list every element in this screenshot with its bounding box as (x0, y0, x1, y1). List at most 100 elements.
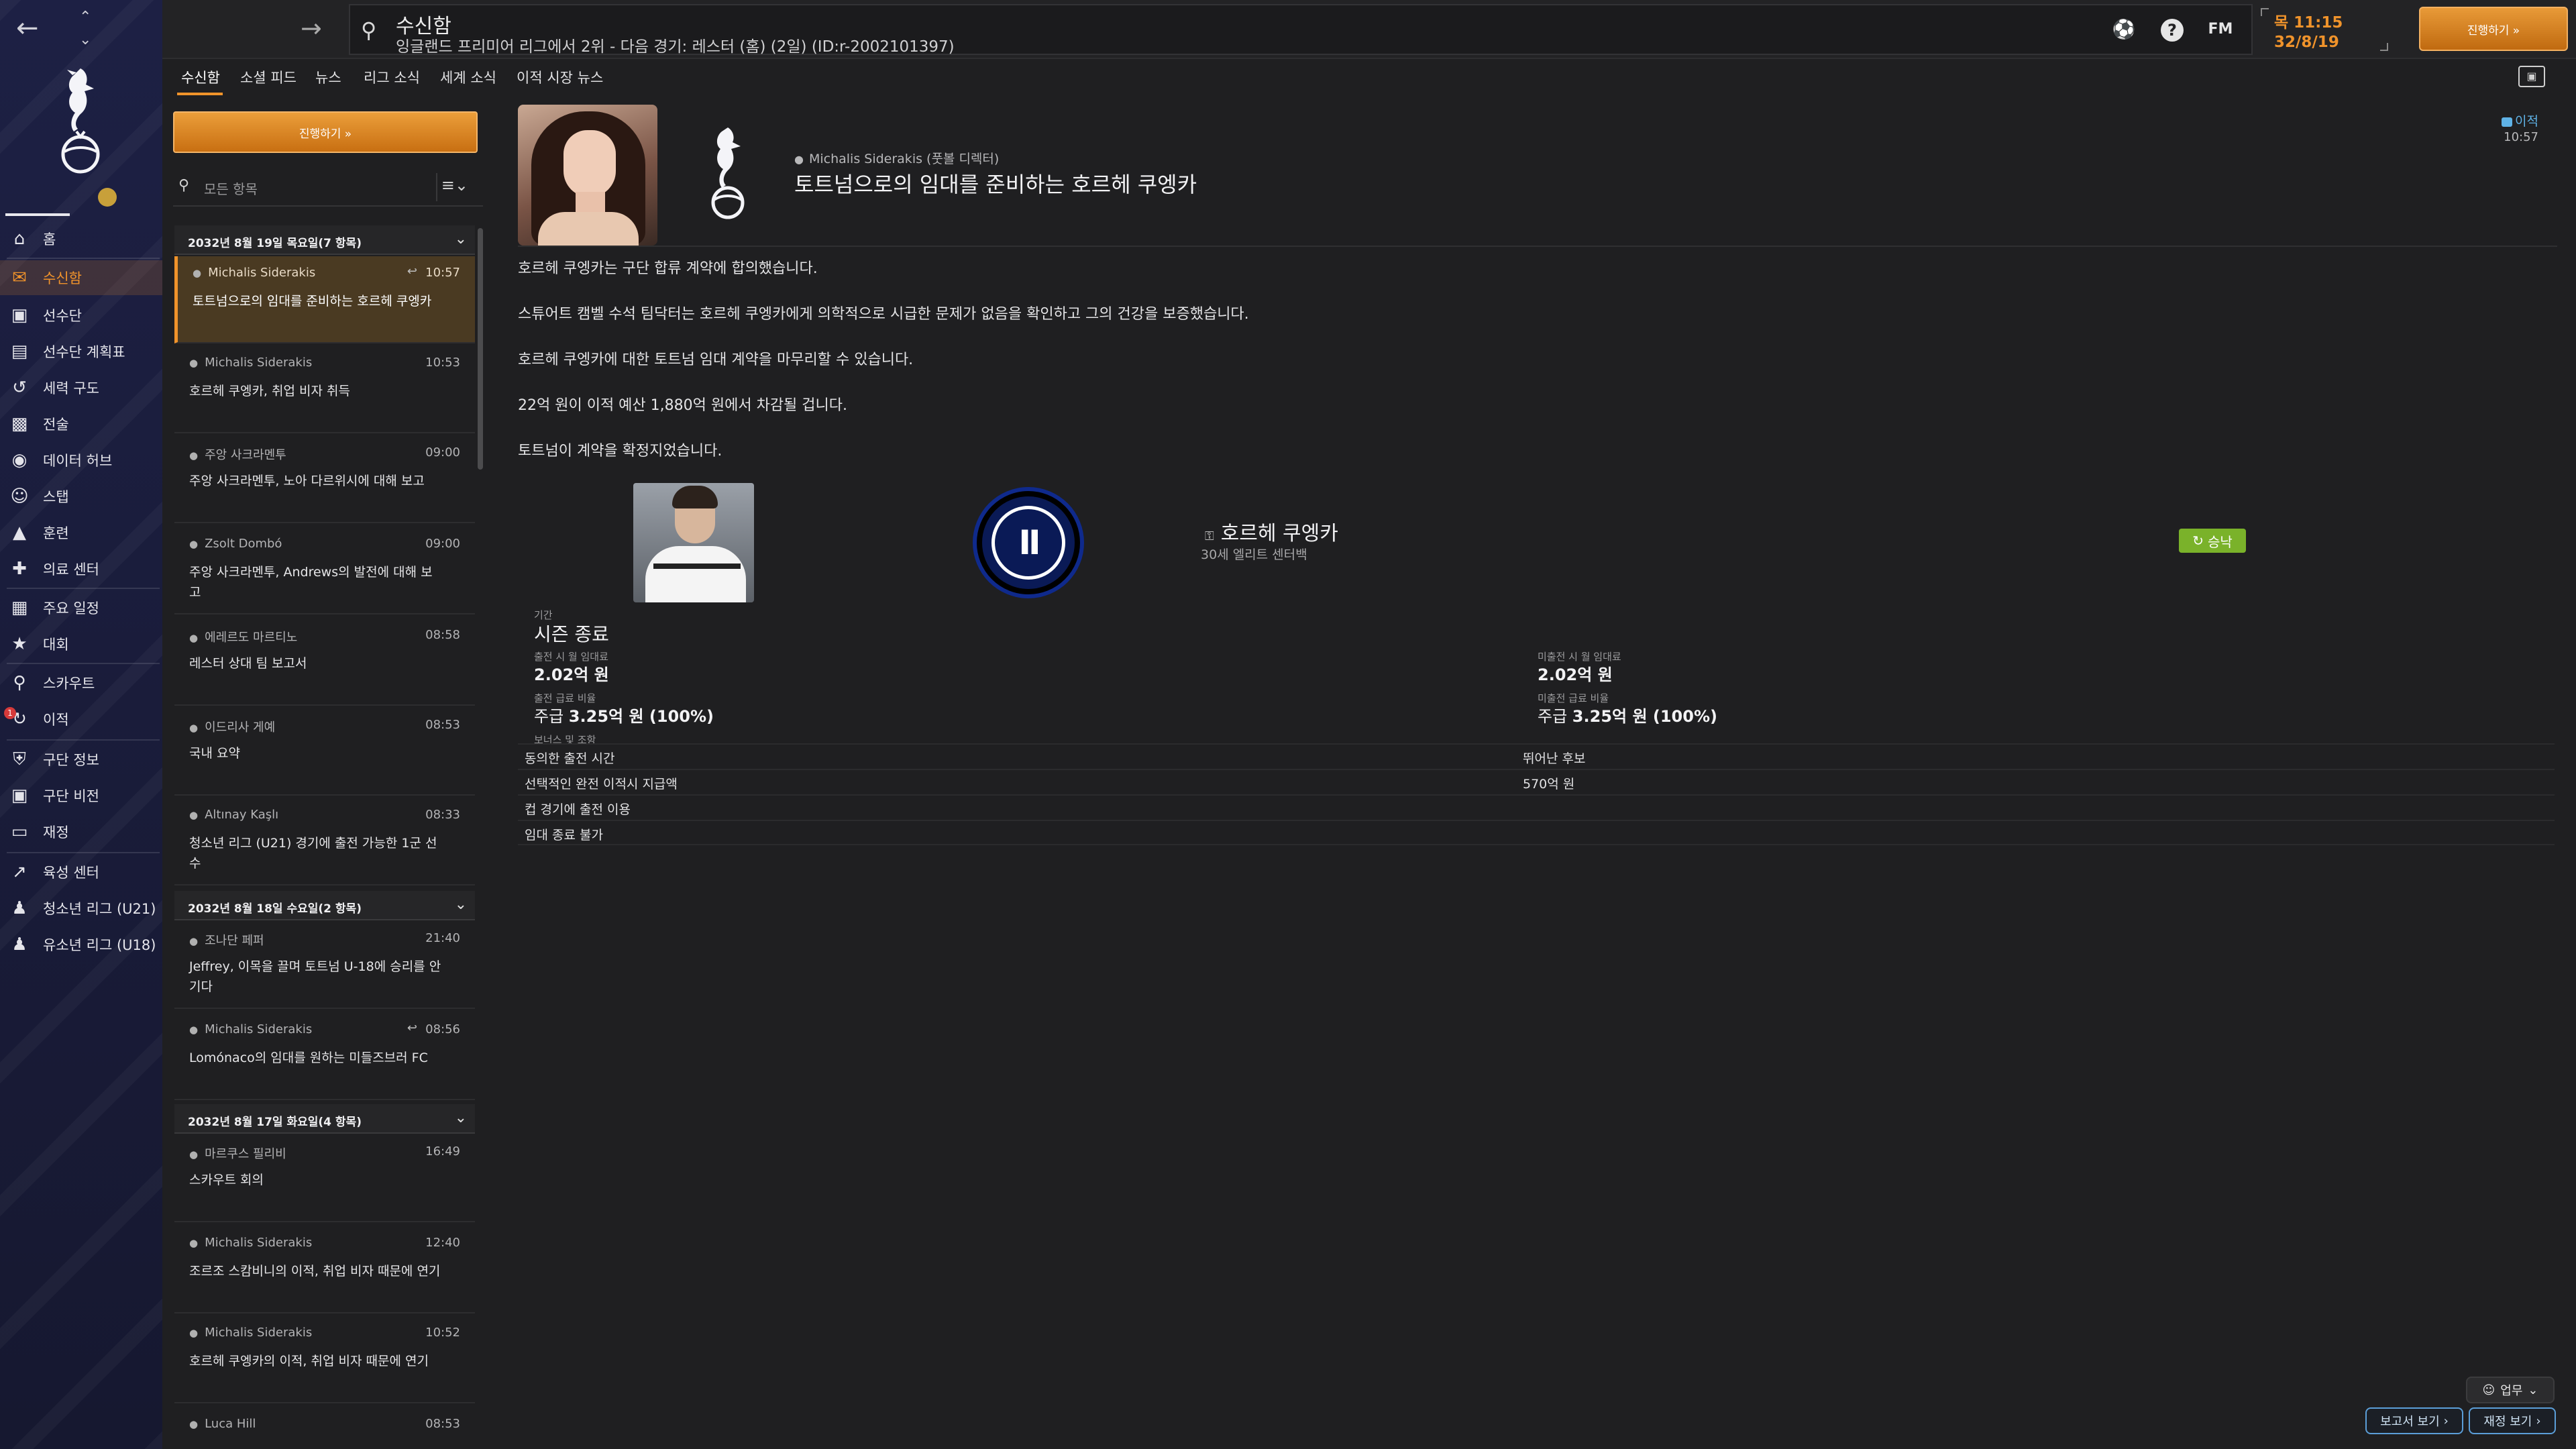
portrait-face (564, 130, 616, 197)
message-subject: Lomónaco의 임대를 원하는 미들즈브러 FC (189, 1051, 428, 1065)
list-item[interactable]: ● Michalis Siderakis 10:52 호르헤 쿠엥카의 이적, 취… (174, 1316, 475, 1403)
chevron-down-icon[interactable]: ⌄ (455, 896, 467, 913)
wage-prefix: 주급 (534, 707, 569, 726)
category-tag[interactable]: 이적 (2502, 111, 2538, 129)
sidebar-item-tactics[interactable]: ▩ 전술 (0, 407, 162, 441)
sidebar-item-label: 선수단 계획표 (43, 344, 125, 360)
sidebar-item-u18[interactable]: ♟ 유소년 리그 (U18) (0, 927, 162, 962)
list-item[interactable]: ● Zsolt Dombó 09:00 주앙 사크라멘투, Andrews의 발전… (174, 527, 475, 614)
sidebar-item-dynamics[interactable]: ↺ 세력 구도 (0, 370, 162, 405)
sidebar-item-training[interactable]: ▲ 훈련 (0, 515, 162, 550)
vision-icon: ▣ (11, 786, 28, 806)
day-group-header[interactable]: 2032년 8월 18일 수요일(2 항목) ⌄ (174, 891, 475, 920)
forward-arrow-icon[interactable]: → (301, 13, 322, 43)
sidebar-item-staff[interactable]: ☺ 스탭 (0, 479, 162, 514)
sidebar-item-home[interactable]: ⌂ 홈 (0, 221, 162, 256)
list-item[interactable]: ● 에레르도 마르티노 08:58 레스터 상대 팀 보고서 (174, 619, 475, 706)
list-item[interactable]: ● Michalis Siderakis ↩ 08:56 Lomónaco의 임대… (174, 1013, 475, 1100)
people-icon: ☺ (2482, 1383, 2496, 1397)
day-group-label: 2032년 8월 18일 수요일(2 항목) (188, 902, 362, 916)
message-sender-line[interactable]: ● Michalis Siderakis (풋볼 디렉터) (794, 149, 999, 167)
tab-news[interactable]: 뉴스 (315, 67, 341, 87)
inbox-filter[interactable]: ⚲ 모든 항목 ≡⌄ (173, 169, 483, 207)
filter-separator (436, 173, 437, 201)
sidebar-item-label: 주요 일정 (43, 600, 99, 616)
day-group-header[interactable]: 2032년 8월 17일 화요일(4 항목) ⌄ (174, 1104, 475, 1134)
sidebar-divider (5, 213, 70, 216)
help-icon[interactable]: ? (2161, 19, 2184, 42)
list-item[interactable]: ● 이드리사 게예 08:53 국내 요약 (174, 708, 475, 796)
player-name-link[interactable]: ⚿ 호르헤 쿠엥카 (1205, 517, 1338, 546)
sidebar-item-u21[interactable]: ♟ 청소년 리그 (U21) (0, 891, 162, 926)
view-report-button[interactable]: 보고서 보기 › (2365, 1407, 2463, 1434)
list-item[interactable]: ● Michalis Siderakis 10:53 호르헤 쿠엥카, 취업 비자… (174, 346, 475, 433)
sidebar-item-inbox[interactable]: ✉ 수신함 (0, 260, 162, 295)
person-icon: ● (189, 632, 199, 644)
sidebar-item-label: 훈련 (43, 525, 69, 541)
scrollbar[interactable] (478, 228, 483, 470)
screenshot-icon[interactable]: ▣ (2518, 66, 2545, 87)
list-item[interactable]: ● Altınay Kaşlı 08:33 청소년 리그 (U21) 경기에 출전… (174, 798, 475, 885)
message-time: 10:57 (2504, 130, 2538, 144)
person-icon: ● (189, 809, 199, 821)
player-photo[interactable] (633, 483, 754, 602)
tab-league-news[interactable]: 리그 소식 (364, 67, 420, 87)
filter-options-icon[interactable]: ≡⌄ (441, 176, 468, 195)
list-item[interactable]: ● Luca Hill 08:53 (174, 1407, 475, 1449)
list-item[interactable]: ● 주앙 사크라멘투 09:00 주앙 사크라멘투, 노아 다르위시에 대해 보고 (174, 436, 475, 523)
list-item[interactable]: ● 마르쿠스 필리비 16:49 스카우트 회의 (174, 1135, 475, 1222)
list-item[interactable]: ● Michalis Siderakis ↩ 10:57 토트넘으로의 임대를 준… (174, 256, 475, 343)
message-sender: 조나단 페퍼 (205, 934, 264, 948)
task-button[interactable]: ☺ 업무 ⌄ (2466, 1377, 2555, 1403)
message-subject: 국내 요약 (189, 746, 240, 761)
filter-input[interactable]: 모든 항목 (204, 178, 258, 198)
tag-icon (2502, 117, 2513, 127)
tab-transfer-news[interactable]: 이적 시장 뉴스 (517, 67, 603, 87)
tottenham-crest-icon[interactable] (706, 123, 750, 227)
search-bar[interactable]: ⚲ 수신함 잉글랜드 프리미어 리그에서 2위 - 다음 경기: 레스터 (홈)… (349, 4, 2253, 56)
continue-button[interactable]: 진행하기 » (2419, 7, 2568, 51)
sidebar-item-data-hub[interactable]: ◉ 데이터 허브 (0, 443, 162, 478)
inter-crest-icon[interactable]: ⅠⅠ (977, 491, 1080, 594)
tab-social-feed[interactable]: 소셜 피드 (240, 67, 297, 87)
sidebar-item-label: 전술 (43, 417, 69, 433)
message-body-line: 호르헤 쿠엥카는 구단 합류 계약에 합의했습니다. (518, 260, 818, 277)
sidebar-item-label: 스카우트 (43, 676, 95, 692)
inter-crest-ring: ⅠⅠ (991, 506, 1065, 580)
sidebar-item-club-vision[interactable]: ▣ 구단 비전 (0, 778, 162, 813)
tab-world-news[interactable]: 세계 소식 (440, 67, 496, 87)
status-badge: ↻ 승낙 (2179, 529, 2246, 553)
message-sender: Luca Hill (205, 1417, 256, 1431)
ball-icon[interactable]: ⚽ (2110, 16, 2137, 43)
sidebar-item-scouting[interactable]: ⚲ 스카우트 (0, 665, 162, 700)
sidebar-item-club-info[interactable]: ⛨ 구단 정보 (0, 742, 162, 777)
list-item[interactable]: ● 조나단 페퍼 21:40 Jeffrey, 이목을 끌며 토트넘 U-18에 … (174, 922, 475, 1009)
inbox-continue-button[interactable]: 진행하기 » (173, 111, 478, 153)
day-group-header[interactable]: 2032년 8월 19일 목요일(7 항목) ⌄ (174, 225, 475, 255)
club-crest[interactable] (0, 13, 162, 181)
date-display[interactable]: 목 11:15 32/8/19 (2261, 5, 2388, 54)
sidebar-item-finances[interactable]: ▭ 재정 (0, 814, 162, 849)
sidebar-item-medical[interactable]: ✚ 의료 센터 (0, 551, 162, 586)
sender-portrait[interactable] (518, 105, 657, 246)
tab-inbox[interactable]: 수신함 (181, 67, 220, 87)
sidebar-item-schedule[interactable]: ▦ 주요 일정 (0, 590, 162, 625)
sidebar-item-squad-planner[interactable]: ▤ 선수단 계획표 (0, 334, 162, 369)
sidebar-item-competitions[interactable]: ★ 대회 (0, 627, 162, 661)
sidebar-item-dev-centre[interactable]: ↗ 육성 센터 (0, 855, 162, 890)
date-day-time: 목 11:15 (2274, 14, 2343, 32)
training-icon: ▲ (13, 523, 26, 543)
sidebar-item-label: 유소년 리그 (U18) (43, 937, 156, 953)
message-body-line: 스튜어트 캠벨 수석 팀닥터는 호르헤 쿠엥카에게 의학적으로 시급한 문제가 … (518, 306, 1249, 323)
list-item[interactable]: ● Michalis Siderakis 12:40 조르조 스캄비니의 이적, … (174, 1226, 475, 1313)
sidebar-item-label: 수신함 (43, 270, 82, 286)
chevron-down-icon[interactable]: ⌄ (455, 1110, 467, 1126)
sidebar-item-transfers[interactable]: 1 ↻ 이적 (0, 702, 162, 737)
sidebar-item-squad[interactable]: ▣ 선수단 (0, 298, 162, 333)
fm-logo[interactable]: FM (2207, 16, 2234, 43)
chevron-down-icon[interactable]: ⌄ (455, 231, 467, 248)
calendar-icon: ▦ (11, 598, 28, 618)
view-finances-button[interactable]: 재정 보기 › (2469, 1407, 2556, 1434)
message-sender: Altınay Kaşlı (205, 808, 279, 822)
sidebar-item-label: 홈 (43, 231, 56, 248)
